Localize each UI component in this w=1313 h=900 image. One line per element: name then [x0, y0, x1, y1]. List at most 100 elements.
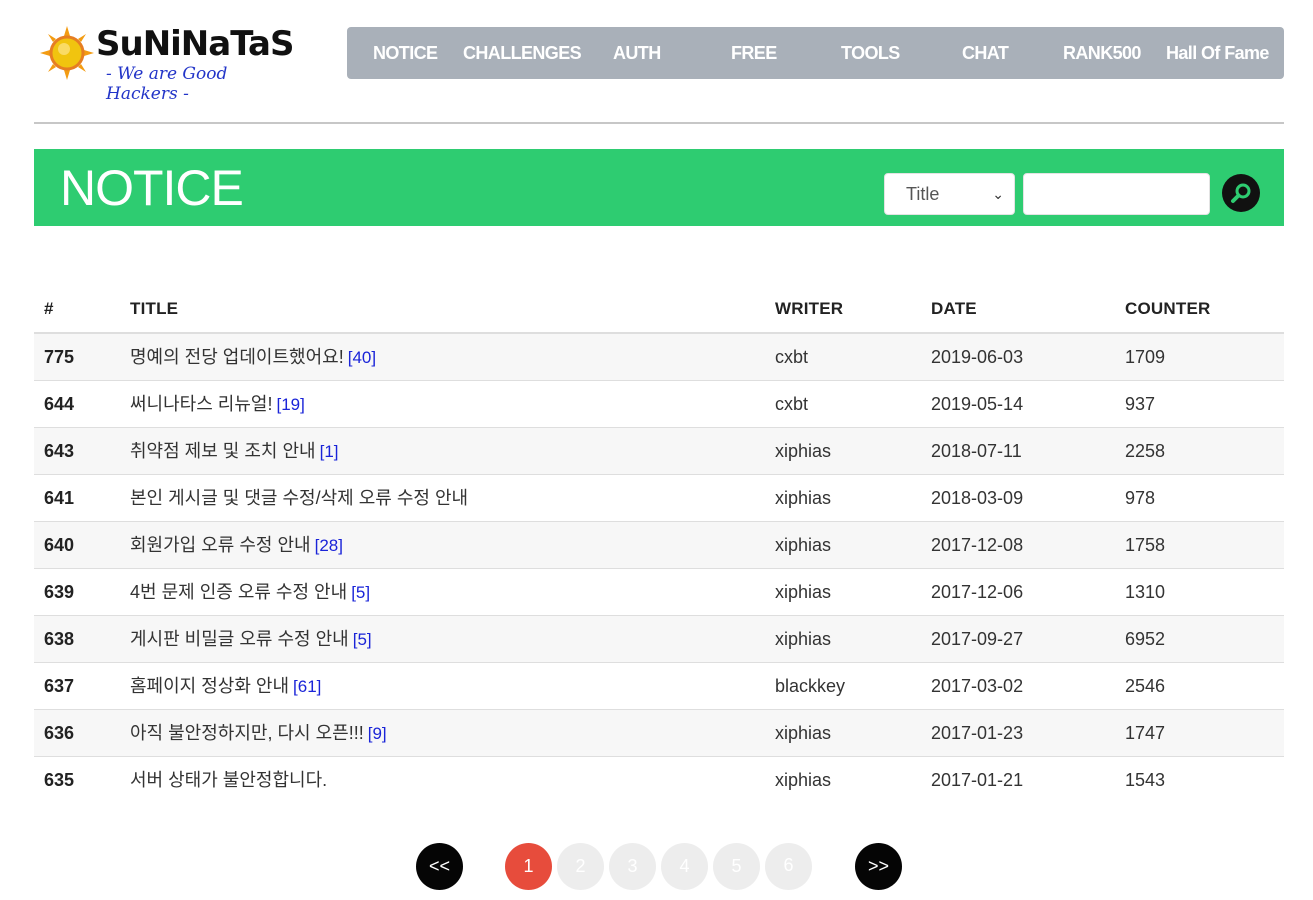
- row-title-link[interactable]: 본인 게시글 및 댓글 수정/삭제 오류 수정 안내: [130, 488, 468, 508]
- row-number: 643: [44, 441, 75, 461]
- page-button-2[interactable]: 2: [557, 843, 604, 890]
- brand-name: SuNiNaTaS: [96, 24, 294, 64]
- row-comment-count: [1]: [319, 442, 339, 461]
- row-date: 2017-01-21: [931, 770, 1024, 790]
- sun-logo-icon: [40, 26, 94, 80]
- row-comment-count: [5]: [351, 583, 371, 602]
- row-date: 2017-01-23: [931, 723, 1024, 743]
- page-button-3[interactable]: 3: [609, 843, 656, 890]
- row-number: 644: [44, 394, 75, 414]
- nav-auth[interactable]: AUTH: [613, 27, 661, 79]
- row-date: 2019-05-14: [931, 394, 1024, 414]
- table-row[interactable]: 643 취약점 제보 및 조치 안내 [1] xiphias 2018-07-11…: [34, 428, 1284, 475]
- row-counter: 1758: [1125, 535, 1166, 555]
- site-logo[interactable]: SuNiNaTaS - We are Good Hackers -: [40, 24, 294, 104]
- search-field-select[interactable]: Title ⌄: [884, 173, 1015, 215]
- row-title-link[interactable]: 명예의 전당 업데이트했어요!: [130, 347, 344, 367]
- nav-hall-of-fame[interactable]: Hall Of Fame: [1166, 27, 1269, 79]
- row-counter: 1543: [1125, 770, 1166, 790]
- search-button[interactable]: [1222, 174, 1260, 212]
- row-comment-count: [5]: [352, 630, 372, 649]
- row-counter: 937: [1125, 394, 1156, 414]
- row-title-link[interactable]: 게시판 비밀글 오류 수정 안내: [130, 629, 349, 649]
- row-comment-count: [28]: [314, 536, 343, 555]
- page-button-6[interactable]: 6: [765, 843, 812, 890]
- brand-tagline: - We are Good Hackers -: [106, 64, 228, 104]
- page-title: NOTICE: [60, 160, 244, 216]
- row-counter: 1310: [1125, 582, 1166, 602]
- table-row[interactable]: 641 본인 게시글 및 댓글 수정/삭제 오류 수정 안내 xiphias 2…: [34, 475, 1284, 522]
- prev-page-button[interactable]: <<: [416, 843, 463, 890]
- row-title-link[interactable]: 4번 문제 인증 오류 수정 안내: [130, 582, 347, 602]
- next-page-button[interactable]: >>: [855, 843, 902, 890]
- row-title-cell: 취약점 제보 및 조치 안내 [1]: [130, 428, 339, 475]
- row-title-link[interactable]: 취약점 제보 및 조치 안내: [130, 441, 316, 461]
- table-row[interactable]: 638 게시판 비밀글 오류 수정 안내 [5] xiphias 2017-09-…: [34, 616, 1284, 663]
- page-button-5[interactable]: 5: [713, 843, 760, 890]
- nav-chat[interactable]: CHAT: [962, 27, 1009, 79]
- search-field-value: Title: [906, 184, 940, 204]
- table-row[interactable]: 637 홈페이지 정상화 안내 [61] blackkey 2017-03-02 …: [34, 663, 1284, 710]
- row-writer: blackkey: [775, 676, 846, 696]
- row-comment-count: [19]: [276, 395, 305, 414]
- row-comment-count: [9]: [367, 724, 387, 743]
- chevron-down-icon: ⌄: [992, 186, 1004, 202]
- row-number: 635: [44, 770, 75, 790]
- row-title-cell: 써니나타스 리뉴얼! [19]: [130, 381, 305, 428]
- pagination: << 1 2 3 4 5 6 >>: [0, 843, 1313, 890]
- row-comment-count: [40]: [347, 348, 377, 367]
- page-banner: NOTICE Title ⌄: [34, 149, 1284, 226]
- row-writer: xiphias: [775, 535, 832, 555]
- row-counter: 978: [1125, 488, 1156, 508]
- column-header-date: DATE: [931, 299, 977, 318]
- row-title-link[interactable]: 서버 상태가 불안정합니다.: [130, 770, 327, 790]
- column-header-writer: WRITER: [775, 299, 844, 318]
- row-title-cell: 본인 게시글 및 댓글 수정/삭제 오류 수정 안내: [130, 475, 472, 522]
- page-button-1[interactable]: 1: [505, 843, 552, 890]
- table-header: # TITLE WRITER DATE COUNTER: [34, 285, 1284, 334]
- row-number: 641: [44, 488, 75, 508]
- row-counter: 1747: [1125, 723, 1166, 743]
- notice-table: # TITLE WRITER DATE COUNTER 775 명예의 전당 업…: [34, 285, 1284, 804]
- row-date: 2017-09-27: [931, 629, 1024, 649]
- row-writer: cxbt: [775, 347, 809, 367]
- nav-challenges[interactable]: CHALLENGES: [463, 27, 582, 79]
- row-counter: 6952: [1125, 629, 1166, 649]
- row-date: 2018-07-11: [931, 441, 1022, 461]
- row-title-link[interactable]: 회원가입 오류 수정 안내: [130, 535, 311, 555]
- row-writer: xiphias: [775, 582, 832, 602]
- row-number: 639: [44, 582, 75, 602]
- row-counter: 2258: [1125, 441, 1166, 461]
- table-row[interactable]: 644 써니나타스 리뉴얼! [19] cxbt 2019-05-14 937: [34, 381, 1284, 428]
- nav-rank500[interactable]: RANK500: [1063, 27, 1141, 79]
- row-counter: 1709: [1125, 347, 1166, 367]
- row-title-cell: 아직 불안정하지만, 다시 오픈!!! [9]: [130, 710, 387, 757]
- column-header-counter: COUNTER: [1125, 299, 1211, 318]
- top-navigation: NOTICE CHALLENGES AUTH FREE TOOLS CHAT R…: [347, 27, 1284, 79]
- table-row[interactable]: 636 아직 불안정하지만, 다시 오픈!!! [9] xiphias 2017-…: [34, 710, 1284, 757]
- row-writer: xiphias: [775, 488, 832, 508]
- row-title-link[interactable]: 써니나타스 리뉴얼!: [130, 394, 272, 414]
- nav-notice[interactable]: NOTICE: [373, 27, 438, 79]
- row-writer: xiphias: [775, 723, 832, 743]
- table-row[interactable]: 639 4번 문제 인증 오류 수정 안내 [5] xiphias 2017-12…: [34, 569, 1284, 616]
- row-writer: xiphias: [775, 629, 832, 649]
- table-row[interactable]: 775 명예의 전당 업데이트했어요! [40] cxbt 2019-06-03 …: [34, 334, 1284, 381]
- row-title-cell: 홈페이지 정상화 안내 [61]: [130, 663, 321, 710]
- row-comment-count: [61]: [293, 677, 322, 696]
- row-counter: 2546: [1125, 676, 1166, 696]
- row-number: 638: [44, 629, 75, 649]
- row-title-cell: 명예의 전당 업데이트했어요! [40]: [130, 334, 376, 381]
- column-header-title: TITLE: [130, 299, 179, 318]
- row-number: 640: [44, 535, 75, 555]
- row-title-link[interactable]: 홈페이지 정상화 안내: [130, 676, 289, 696]
- row-title-link[interactable]: 아직 불안정하지만, 다시 오픈!!!: [130, 723, 364, 743]
- row-date: 2017-03-02: [931, 676, 1024, 696]
- table-row[interactable]: 640 회원가입 오류 수정 안내 [28] xiphias 2017-12-08…: [34, 522, 1284, 569]
- nav-free[interactable]: FREE: [731, 27, 777, 79]
- row-number: 637: [44, 676, 75, 696]
- search-input[interactable]: [1023, 173, 1210, 215]
- page-button-4[interactable]: 4: [661, 843, 708, 890]
- table-row[interactable]: 635 서버 상태가 불안정합니다. xiphias 2017-01-21 15…: [34, 757, 1284, 804]
- nav-tools[interactable]: TOOLS: [841, 27, 900, 79]
